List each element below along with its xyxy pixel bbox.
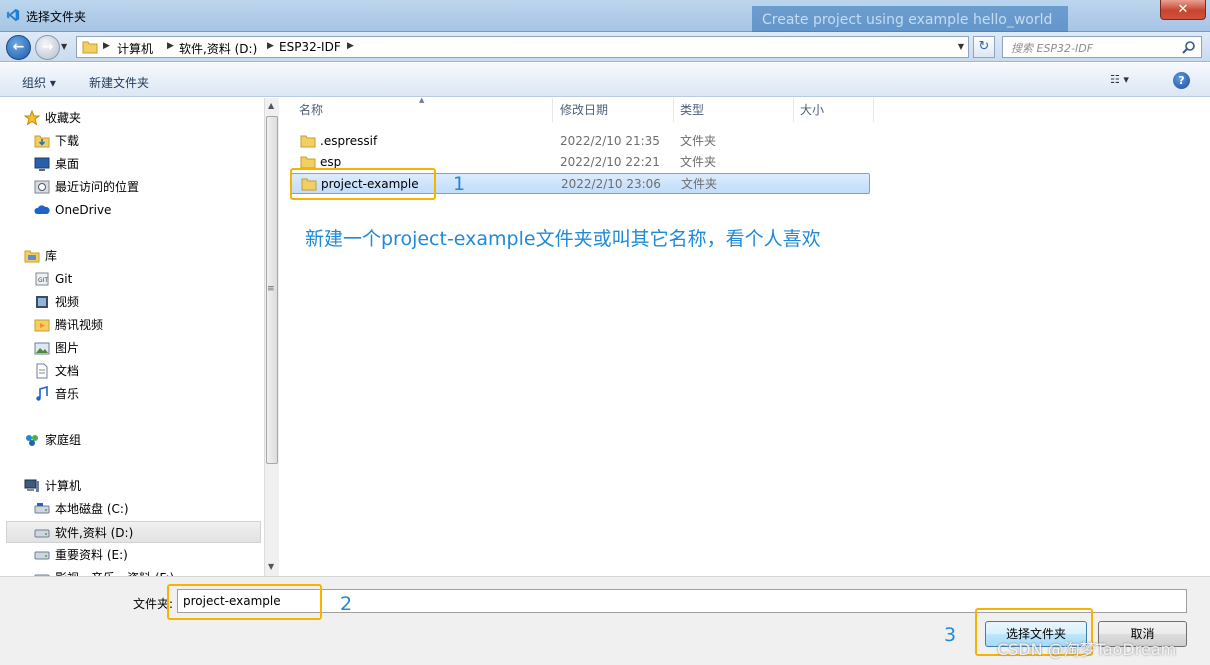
breadcrumb-arrow-icon[interactable]: ▶: [267, 41, 274, 51]
downloads-folder-icon: [34, 135, 50, 148]
folder-icon: [300, 156, 316, 169]
sidebar-item-tencent-video[interactable]: 腾讯视频: [34, 314, 254, 336]
search-icon[interactable]: [1182, 40, 1196, 54]
sidebar-item-pictures[interactable]: 图片: [34, 337, 254, 359]
drive-icon: [34, 503, 50, 514]
sidebar-item-recent[interactable]: 最近访问的位置: [34, 176, 254, 198]
help-icon[interactable]: ?: [1173, 72, 1190, 89]
breadcrumb-computer[interactable]: 计算机: [117, 40, 153, 57]
window-title: 选择文件夹: [26, 10, 87, 24]
drive-icon: [34, 529, 50, 538]
title-bar: Create project using example hello_world…: [0, 0, 1210, 34]
svg-text:GIT: GIT: [38, 277, 48, 284]
history-dropdown-icon[interactable]: ▼: [61, 42, 67, 51]
sidebar-item-drive-c[interactable]: 本地磁盘 (C:): [34, 498, 254, 520]
scroll-up-icon[interactable]: ▲: [268, 101, 274, 110]
breadcrumb-folder[interactable]: ESP32-IDF: [279, 40, 341, 54]
column-header-type[interactable]: 类型: [674, 98, 794, 122]
watermark: CSDN @淘梦TaoDream: [997, 640, 1177, 659]
scroll-grip-icon: ≡: [267, 284, 275, 294]
new-folder-button[interactable]: 新建文件夹: [89, 74, 149, 91]
sidebar-item-downloads[interactable]: 下载: [34, 130, 254, 152]
search-input[interactable]: 搜索 ESP32-IDF: [1002, 36, 1202, 58]
drive-icon: [34, 551, 50, 560]
address-dropdown-icon[interactable]: ▼: [958, 42, 964, 51]
column-header-size[interactable]: 大小: [794, 98, 874, 122]
git-library-icon: GIT: [35, 272, 49, 286]
forward-button[interactable]: →: [35, 35, 60, 60]
sidebar-item-documents[interactable]: 文档: [34, 360, 254, 382]
background-window-text: Create project using example hello_world: [752, 6, 1068, 34]
highlight-box-input: [167, 584, 322, 620]
picture-icon: [34, 342, 50, 355]
highlight-box-folder: [290, 168, 436, 200]
sidebar-item-git[interactable]: GIT Git: [34, 268, 254, 290]
sidebar-item-desktop[interactable]: 桌面: [34, 153, 254, 175]
breadcrumb-arrow-icon[interactable]: ▶: [347, 41, 354, 51]
back-button[interactable]: ←: [6, 35, 31, 60]
tencent-video-icon: [34, 319, 50, 332]
breadcrumb-arrow-icon[interactable]: ▶: [167, 41, 174, 51]
breadcrumb-arrow-icon[interactable]: ▶: [103, 41, 110, 51]
desktop-icon: [34, 157, 50, 171]
sidebar-item-drive-d[interactable]: 软件,资料 (D:): [6, 521, 261, 543]
sidebar-libraries[interactable]: 库: [24, 245, 254, 267]
step-number-1: 1: [453, 173, 466, 195]
sidebar-favorites[interactable]: 收藏夹: [24, 107, 254, 129]
command-toolbar: 组织 ▾ 新建文件夹 ☷ ▾ ?: [0, 63, 1210, 97]
folder-icon: [300, 135, 316, 148]
sidebar-homegroup[interactable]: 家庭组: [24, 429, 254, 451]
sidebar-computer[interactable]: 计算机: [24, 475, 254, 497]
star-icon: [24, 110, 40, 126]
refresh-button[interactable]: ↻: [973, 36, 995, 58]
search-placeholder: 搜索 ESP32-IDF: [1011, 42, 1094, 55]
scroll-down-icon[interactable]: ▼: [268, 562, 274, 571]
step-number-3: 3: [944, 624, 957, 646]
column-header-date[interactable]: 修改日期: [554, 98, 674, 122]
document-icon: [36, 363, 48, 379]
sidebar-item-onedrive[interactable]: OneDrive: [34, 199, 254, 221]
recent-places-icon: [34, 180, 50, 194]
music-icon: [36, 386, 48, 401]
close-button[interactable]: ✕: [1160, 0, 1206, 20]
breadcrumb-drive[interactable]: 软件,资料 (D:): [179, 40, 257, 57]
library-icon: [24, 250, 40, 263]
homegroup-icon: [26, 435, 38, 446]
sidebar-item-drive-e[interactable]: 重要资料 (E:): [34, 544, 254, 566]
sidebar-item-videos[interactable]: 视频: [34, 291, 254, 313]
computer-icon: [24, 479, 39, 492]
folder-icon: [82, 41, 98, 54]
cloud-icon: [34, 205, 50, 214]
organize-menu[interactable]: 组织 ▾: [22, 74, 56, 91]
navigation-pane: 收藏夹 下载 桌面 最近访问的位置 OneDrive 库 GIT Git 视频 …: [0, 98, 264, 576]
file-row[interactable]: .espressif 2022/2/10 21:35 文件夹: [290, 131, 870, 152]
navigation-bar: ← → ▼ ▶ 计算机 ▶ 软件,资料 (D:) ▶ ESP32-IDF ▶ ▼…: [0, 32, 1210, 62]
column-header-name[interactable]: 名称: [293, 98, 553, 122]
view-options-icon[interactable]: ☷ ▾: [1110, 73, 1129, 86]
annotation-text: 新建一个project-example文件夹或叫其它名称，看个人喜欢: [305, 228, 821, 250]
sidebar-scrollbar[interactable]: ▲ ≡ ▼: [264, 98, 279, 576]
video-icon: [36, 296, 48, 308]
step-number-2: 2: [340, 593, 353, 615]
sidebar-item-music[interactable]: 音乐: [34, 383, 254, 405]
sidebar-item-drive-f[interactable]: 影视，音乐，资料 (F:): [34, 567, 254, 576]
address-bar[interactable]: ▶ 计算机 ▶ 软件,资料 (D:) ▶ ESP32-IDF ▶ ▼: [76, 36, 969, 58]
vscode-icon: [6, 8, 20, 22]
